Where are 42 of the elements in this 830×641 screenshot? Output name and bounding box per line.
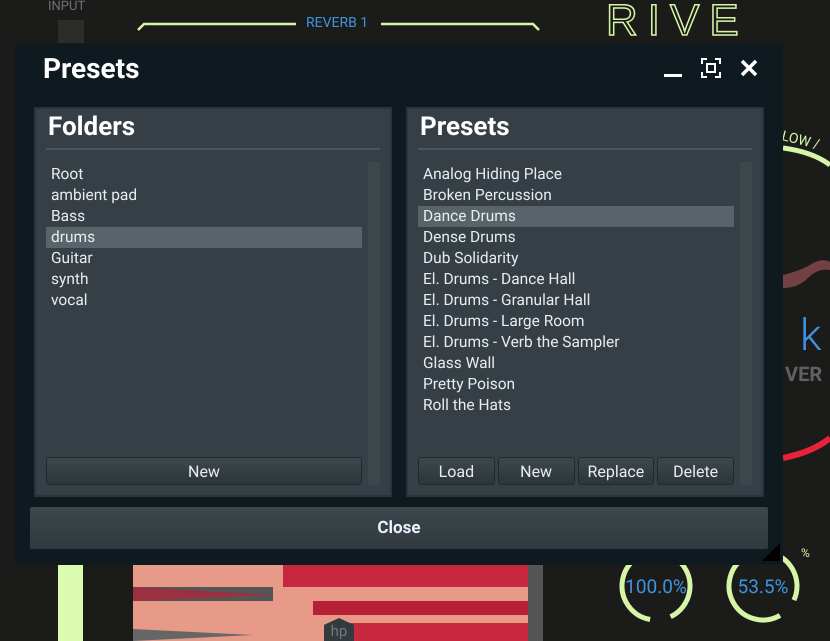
preset-item[interactable]: Roll the Hats: [418, 395, 734, 416]
presets-action-button[interactable]: Delete: [657, 457, 734, 485]
unit-label: %: [801, 546, 810, 560]
knob-reading: 53.5%: [738, 574, 788, 598]
close-icon: [740, 59, 758, 77]
preset-item[interactable]: Dance Drums: [418, 206, 734, 227]
input-label: INPUT: [48, 0, 86, 14]
dialog-title: Presets: [42, 52, 141, 84]
maximize-icon: [701, 58, 721, 78]
preset-item[interactable]: Glass Wall: [418, 353, 734, 374]
presets-action-button[interactable]: Replace: [578, 457, 654, 485]
preset-item[interactable]: Pretty Poison: [418, 374, 734, 395]
presets-action-button[interactable]: Load: [418, 457, 495, 485]
folder-item[interactable]: vocal: [46, 290, 362, 311]
dial-value: k: [800, 310, 822, 360]
preset-item[interactable]: Dub Solidarity: [418, 248, 734, 269]
preset-item[interactable]: Analog Hiding Place: [418, 164, 734, 185]
folders-action-button[interactable]: New: [46, 457, 362, 485]
section-title: REVERB 1: [306, 15, 368, 31]
close-dialog-button[interactable]: Close: [30, 507, 768, 549]
panel-title: Folders: [46, 109, 380, 150]
preset-item[interactable]: El. Drums - Dance Hall: [418, 269, 734, 290]
preset-item[interactable]: Dense Drums: [418, 227, 734, 248]
folder-item[interactable]: Bass: [46, 206, 362, 227]
dial-caption: VER: [785, 363, 822, 385]
resize-grip-icon[interactable]: [762, 543, 780, 561]
folder-item[interactable]: ambient pad: [46, 185, 362, 206]
minimize-icon: [664, 74, 682, 76]
presets-action-button[interactable]: New: [498, 457, 574, 485]
logo-text: RIVE: [606, 0, 749, 42]
input-meter: [58, 20, 84, 44]
preset-item[interactable]: El. Drums - Granular Hall: [418, 290, 734, 311]
preset-item[interactable]: El. Drums - Verb the Sampler: [418, 332, 734, 353]
folder-item[interactable]: drums: [46, 227, 362, 248]
knob-reading: 100.0%: [625, 574, 687, 598]
dial-label: LOW /: [780, 128, 822, 154]
folder-item[interactable]: synth: [46, 269, 362, 290]
preset-item[interactable]: El. Drums - Large Room: [418, 311, 734, 332]
folder-item[interactable]: Root: [46, 164, 362, 185]
folder-item[interactable]: Guitar: [46, 248, 362, 269]
preset-item[interactable]: Broken Percussion: [418, 185, 734, 206]
panel-title: Presets: [418, 109, 752, 150]
